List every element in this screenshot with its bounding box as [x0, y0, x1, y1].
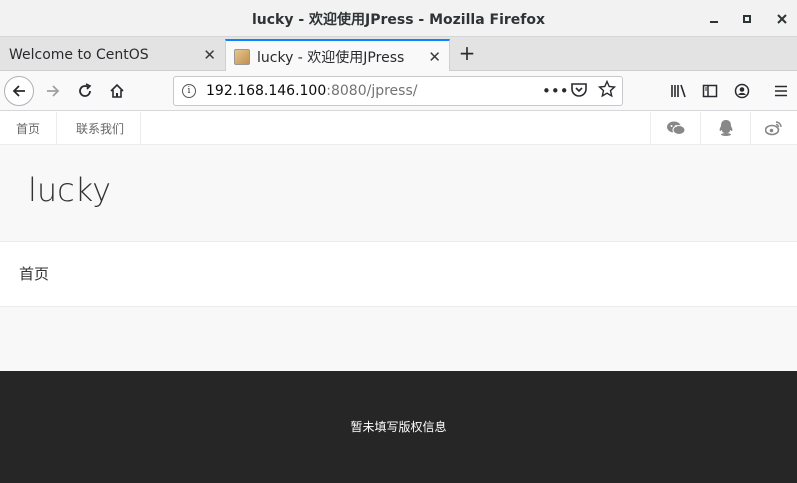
tab-welcome-centos[interactable]: Welcome to CentOS ✕ — [0, 39, 224, 71]
sidebar-icon[interactable] — [695, 76, 725, 106]
maximize-icon[interactable] — [737, 9, 757, 29]
library-icon[interactable] — [664, 76, 694, 106]
page-actions-icon[interactable]: ••• — [542, 82, 569, 100]
site-top-nav: 首页 联系我们 — [0, 112, 797, 145]
back-icon[interactable] — [4, 76, 34, 106]
pocket-icon[interactable] — [570, 81, 588, 103]
topnav-contact-link[interactable]: 联系我们 — [60, 112, 142, 144]
menu-hamburger-icon[interactable] — [766, 76, 796, 106]
menu-home-link[interactable]: 首页 — [19, 263, 49, 284]
bookmark-star-icon[interactable] — [597, 79, 617, 102]
site-header: lucky — [0, 145, 797, 242]
site-logo[interactable]: lucky — [28, 171, 111, 209]
close-tab-icon[interactable]: ✕ — [203, 46, 216, 64]
topnav-home-link[interactable]: 首页 — [0, 112, 58, 144]
address-bar[interactable]: i 192.168.146.100:8080/jpress/ ••• — [173, 76, 623, 106]
copyright-text: 暂未填写版权信息 — [350, 420, 447, 434]
account-icon[interactable] — [727, 76, 757, 106]
site-footer: 暂未填写版权信息 — [0, 371, 797, 483]
new-tab-icon[interactable]: + — [456, 41, 478, 65]
tab-label: Welcome to CentOS — [9, 47, 149, 63]
reload-icon[interactable] — [70, 76, 100, 106]
site-info-icon[interactable]: i — [182, 84, 196, 98]
minimize-icon[interactable] — [704, 9, 724, 29]
weibo-icon[interactable] — [750, 112, 797, 144]
window-titlebar: lucky - 欢迎使用JPress - Mozilla Firefox — [0, 0, 797, 37]
site-favicon-icon — [234, 48, 250, 65]
tab-lucky-jpress[interactable]: lucky - 欢迎使用JPress ✕ — [225, 39, 450, 72]
wechat-icon[interactable] — [650, 112, 700, 144]
url-text[interactable]: 192.168.146.100:8080/jpress/ — [206, 83, 417, 99]
window-title: lucky - 欢迎使用JPress - Mozilla Firefox — [251, 12, 546, 28]
url-host: 192.168.146.100 — [206, 83, 327, 99]
close-tab-icon[interactable]: ✕ — [428, 48, 441, 66]
close-window-icon[interactable] — [772, 9, 792, 29]
forward-icon[interactable] — [38, 76, 68, 106]
navigation-toolbar: i 192.168.146.100:8080/jpress/ ••• — [0, 71, 797, 111]
qq-icon[interactable] — [700, 112, 750, 144]
content-area — [0, 307, 797, 371]
url-path: :8080/jpress/ — [326, 83, 418, 99]
site-main-menu: 首页 — [0, 242, 797, 307]
tab-strip: Welcome to CentOS ✕ lucky - 欢迎使用JPress ✕… — [0, 37, 797, 72]
tab-label: lucky - 欢迎使用JPress — [257, 49, 405, 66]
home-icon[interactable] — [102, 76, 132, 106]
